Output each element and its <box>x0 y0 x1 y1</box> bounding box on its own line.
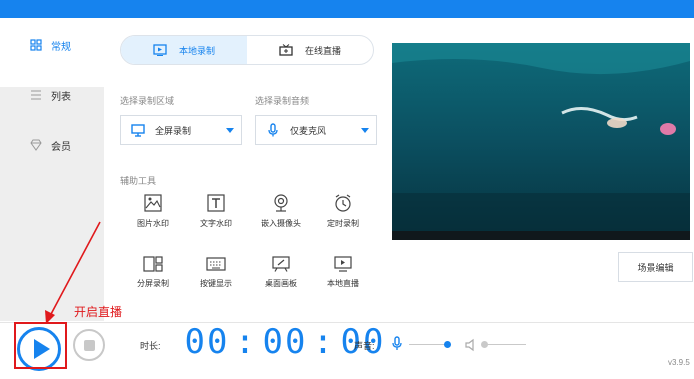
mode-tabs: 本地录制 在线直播 <box>120 35 374 65</box>
split-screen-icon <box>143 256 163 272</box>
chevron-down-icon <box>361 128 369 133</box>
area-value: 全屏录制 <box>155 125 192 136</box>
chevron-down-icon <box>226 128 234 133</box>
taskbar <box>392 231 690 240</box>
tool-label: 按键显示 <box>200 279 232 288</box>
stop-button[interactable] <box>73 329 105 361</box>
title-bar <box>0 0 694 18</box>
text-icon <box>207 194 225 212</box>
tool-keypress-display[interactable]: 按键显示 <box>186 256 246 289</box>
tool-split-screen[interactable]: 分屏录制 <box>123 256 183 289</box>
tab-label: 本地录制 <box>178 45 215 56</box>
timer-hours: 00 <box>184 322 230 362</box>
sidebar-item-label: 常规 <box>51 41 71 53</box>
annotation-highlight-box <box>14 322 67 369</box>
tab-label: 在线直播 <box>304 45 341 56</box>
timer-colon: : <box>234 322 258 362</box>
tool-desktop-board[interactable]: 桌面画板 <box>251 256 311 289</box>
tool-label: 文字水印 <box>200 219 232 228</box>
sidebar-item-vip[interactable]: 会员 <box>0 122 104 168</box>
sidebar-item-label: 会员 <box>51 141 71 153</box>
desktop-wallpaper <box>392 43 690 240</box>
microphone-icon <box>268 123 278 137</box>
duration-label: 时长: <box>140 341 161 351</box>
area-select[interactable]: 全屏录制 <box>120 115 242 145</box>
speaker-icon[interactable] <box>464 338 478 352</box>
tool-timed-record[interactable]: 定时录制 <box>313 194 373 229</box>
monitor-icon <box>131 124 145 137</box>
audio-label: 选择录制音频 <box>255 96 310 106</box>
stop-icon <box>83 339 95 351</box>
record-icon <box>153 44 167 56</box>
timer-colon: : <box>312 322 336 362</box>
annotation-text: 开启直播 <box>74 305 123 319</box>
tool-webcam[interactable]: 嵌入摄像头 <box>251 194 311 229</box>
screen-preview <box>392 43 690 240</box>
tools-label: 辅助工具 <box>120 176 157 186</box>
tool-label: 嵌入摄像头 <box>261 219 301 228</box>
tool-label: 图片水印 <box>137 219 169 228</box>
volume-label: 声音: <box>354 341 375 351</box>
timer-minutes: 00 <box>262 322 308 362</box>
grid-icon <box>30 39 42 51</box>
sidebar-item-list[interactable]: 列表 <box>0 72 104 118</box>
tab-online-live[interactable]: 在线直播 <box>247 36 373 64</box>
tool-image-watermark[interactable]: 图片水印 <box>123 194 183 229</box>
alarm-clock-icon <box>335 194 351 212</box>
tv-icon <box>279 44 293 56</box>
webcam-icon <box>274 194 288 212</box>
keyboard-icon <box>206 257 226 271</box>
tool-local-live[interactable]: 本地直播 <box>313 256 373 289</box>
diamond-icon <box>30 139 42 151</box>
tool-label: 桌面画板 <box>265 279 297 288</box>
list-icon <box>31 90 41 100</box>
audio-select[interactable]: 仅麦克风 <box>255 115 377 145</box>
speaker-volume-slider[interactable] <box>484 344 526 345</box>
tool-label: 分屏录制 <box>137 279 169 288</box>
microphone-icon[interactable] <box>391 336 403 352</box>
scene-edit-button[interactable]: 场景编辑 <box>618 252 693 282</box>
version-label: v3.9.5 <box>668 358 690 367</box>
sidebar-item-general[interactable]: 常规 <box>0 22 104 68</box>
local-live-icon <box>334 256 352 272</box>
sidebar-item-label: 列表 <box>51 91 71 103</box>
image-icon <box>144 194 162 212</box>
drawing-board-icon <box>272 256 290 272</box>
tool-label: 定时录制 <box>327 219 359 228</box>
tool-label: 本地直播 <box>327 279 359 288</box>
speaker-volume-knob[interactable] <box>481 341 488 348</box>
audio-value: 仅麦克风 <box>290 125 327 136</box>
mic-volume-knob[interactable] <box>443 341 451 348</box>
tab-local-record[interactable]: 本地录制 <box>121 36 247 64</box>
area-label: 选择录制区域 <box>120 96 175 106</box>
tool-text-watermark[interactable]: 文字水印 <box>186 194 246 229</box>
